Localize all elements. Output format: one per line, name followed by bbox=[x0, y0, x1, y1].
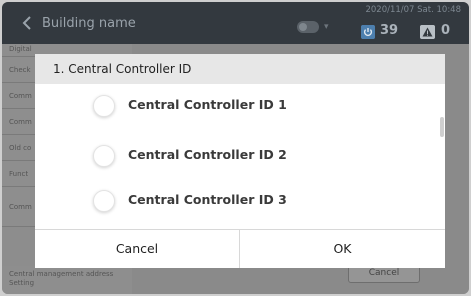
options-list[interactable]: Central Controller ID 1 Central Controll… bbox=[35, 84, 445, 229]
power-icon[interactable] bbox=[361, 25, 375, 39]
building-name: Building name bbox=[42, 16, 136, 31]
radio-button[interactable] bbox=[93, 190, 115, 212]
ok-button[interactable]: OK bbox=[240, 230, 445, 268]
dialog-title: 1. Central Controller ID bbox=[35, 54, 445, 84]
list-item: Central management address Setting bbox=[2, 266, 132, 294]
alert-count: 0 bbox=[441, 23, 451, 38]
central-controller-dialog: 1. Central Controller ID Central Control… bbox=[35, 54, 445, 268]
option-central-controller-id-2[interactable]: Central Controller ID 2 bbox=[35, 134, 435, 178]
option-label: Central Controller ID 3 bbox=[128, 192, 287, 207]
warning-icon[interactable] bbox=[420, 25, 435, 39]
option-central-controller-id-1[interactable]: Central Controller ID 1 bbox=[35, 84, 435, 128]
back-arrow-icon[interactable] bbox=[20, 15, 34, 31]
device-frame: Building name ▾ 2020/11/07 Sat. 10:48 39… bbox=[0, 0, 471, 296]
datetime: 2020/11/07 Sat. 10:48 bbox=[365, 5, 461, 15]
radio-button[interactable] bbox=[93, 95, 115, 117]
power-count: 39 bbox=[380, 23, 399, 38]
chevron-down-icon: ▾ bbox=[324, 22, 329, 32]
cancel-button[interactable]: Cancel bbox=[35, 230, 240, 268]
toggle-icon[interactable] bbox=[297, 21, 319, 33]
header-bar: Building name ▾ 2020/11/07 Sat. 10:48 39… bbox=[2, 2, 469, 44]
scrollbar[interactable] bbox=[440, 117, 444, 137]
screen: Building name ▾ 2020/11/07 Sat. 10:48 39… bbox=[2, 2, 469, 294]
radio-button[interactable] bbox=[93, 145, 115, 167]
dialog-button-row: Cancel OK bbox=[35, 229, 445, 268]
option-central-controller-id-3[interactable]: Central Controller ID 3 bbox=[35, 179, 435, 223]
option-label: Central Controller ID 1 bbox=[128, 97, 287, 112]
option-label: Central Controller ID 2 bbox=[128, 147, 287, 162]
